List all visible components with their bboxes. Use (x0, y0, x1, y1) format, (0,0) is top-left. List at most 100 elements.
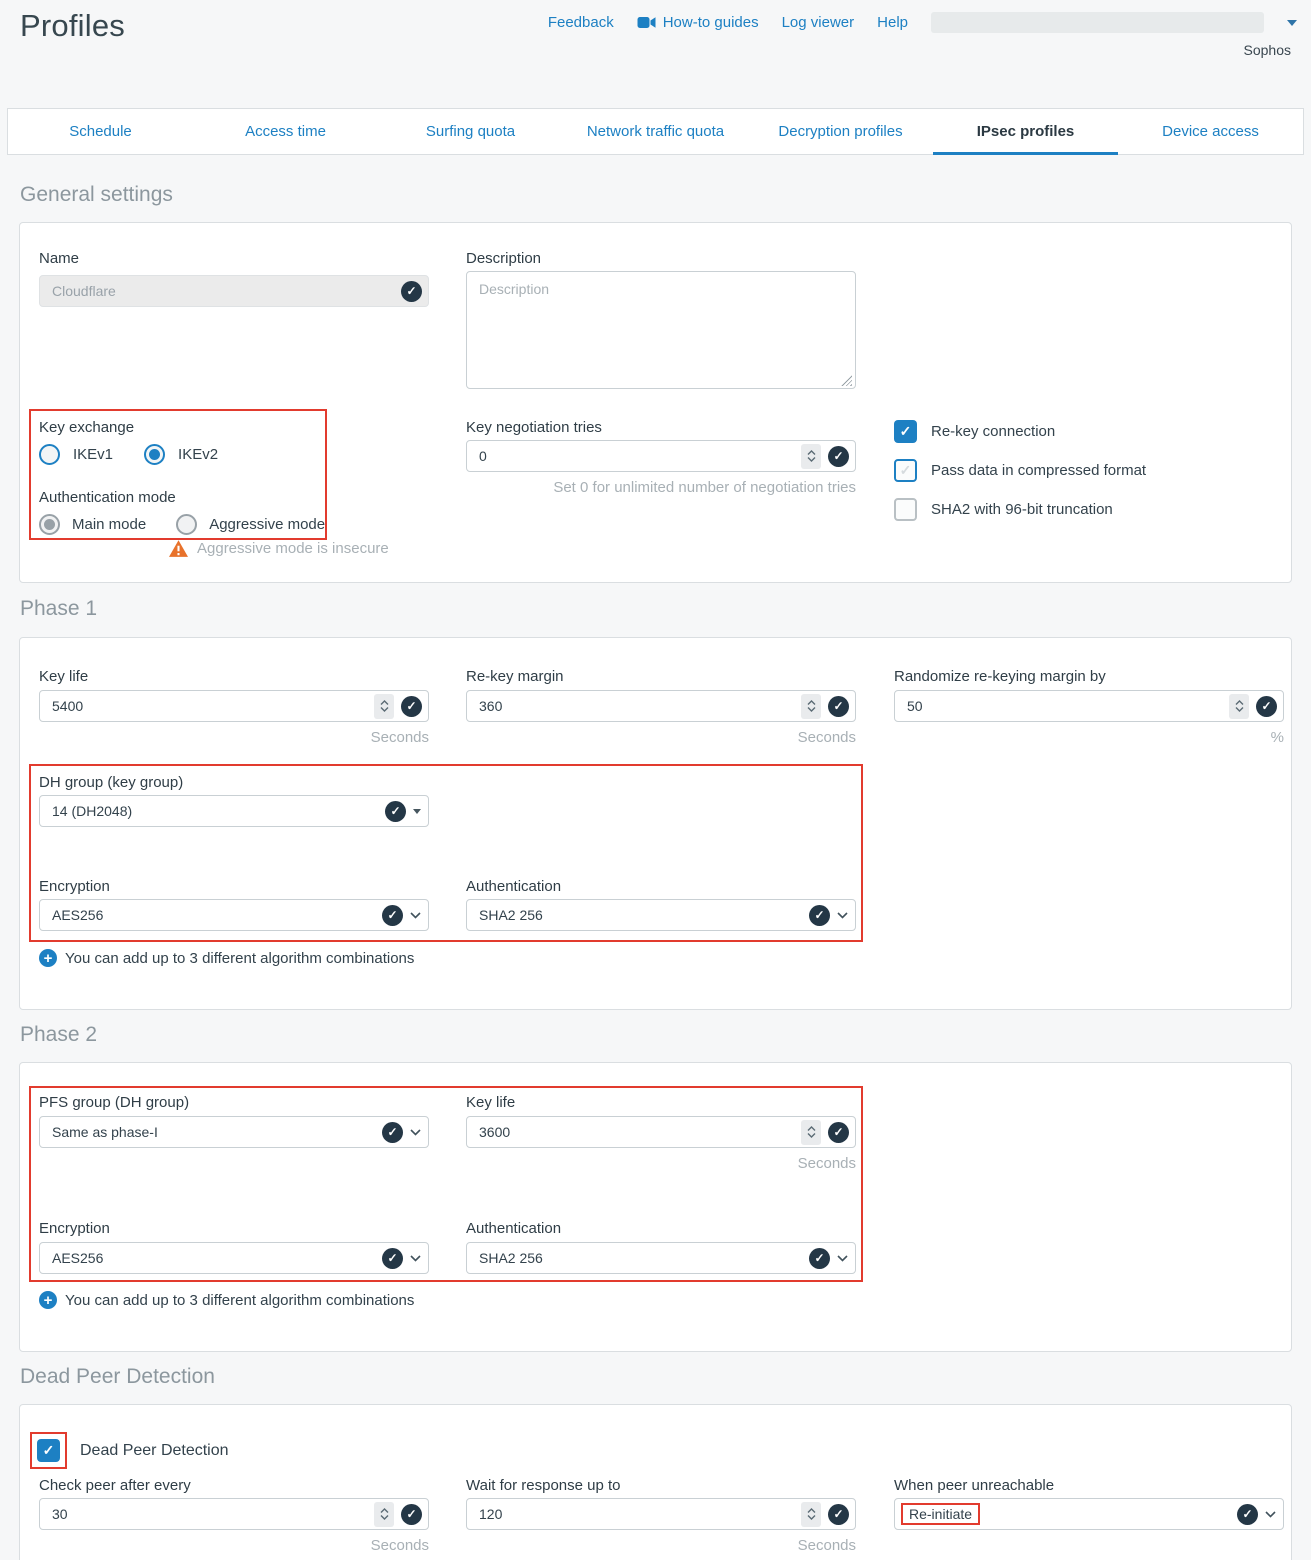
name-input[interactable] (39, 275, 429, 307)
rekey-margin-unit: Seconds (466, 729, 856, 746)
log-viewer-link[interactable]: Log viewer (782, 14, 855, 31)
chevron-down-icon (1265, 1511, 1276, 1518)
number-stepper[interactable] (801, 694, 821, 719)
valid-check-icon: ✓ (1256, 696, 1277, 717)
tab-access-time[interactable]: Access time (193, 109, 378, 154)
key-negotiation-label: Key negotiation tries (466, 419, 602, 436)
valid-check-icon: ✓ (828, 696, 849, 717)
video-camera-icon (637, 16, 656, 29)
pfs-group-select[interactable]: Same as phase-I ✓ (39, 1116, 429, 1148)
valid-check-icon: ✓ (1237, 1504, 1258, 1525)
peer-unreachable-select[interactable]: Re-initiate ✓ (894, 1498, 1284, 1530)
profiles-tabbar: Schedule Access time Surfing quota Netwo… (7, 108, 1304, 155)
tab-schedule[interactable]: Schedule (8, 109, 193, 154)
page-title: Profiles (20, 8, 125, 44)
chevron-down-icon (410, 912, 421, 919)
aggressive-mode-radio[interactable] (176, 514, 197, 535)
randomize-label: Randomize re-keying margin by (894, 668, 1106, 685)
add-combination-icon[interactable]: + (39, 949, 57, 967)
tab-decryption-profiles[interactable]: Decryption profiles (748, 109, 933, 154)
wait-response-unit: Seconds (466, 1537, 856, 1554)
dpd-enable-label: Dead Peer Detection (80, 1442, 229, 1460)
ipsec-profiles-page: Profiles Feedback How-to guides Log view… (0, 0, 1311, 1560)
name-label: Name (39, 250, 79, 267)
number-stepper[interactable] (801, 444, 821, 469)
number-stepper[interactable] (374, 694, 394, 719)
phase2-add-note: + You can add up to 3 different algorith… (39, 1291, 414, 1309)
header-links: Feedback How-to guides Log viewer Help (548, 12, 1297, 33)
auth-mode-radios: Main mode Aggressive mode (39, 514, 325, 535)
phase1-heading: Phase 1 (20, 597, 97, 621)
key-negotiation-input[interactable] (466, 440, 856, 472)
randomize-unit: % (894, 729, 1284, 746)
general-settings-heading: General settings (20, 183, 173, 207)
tab-network-traffic-quota[interactable]: Network traffic quota (563, 109, 748, 154)
phase2-key-life-input[interactable] (466, 1116, 856, 1148)
phase1-add-note: + You can add up to 3 different algorith… (39, 949, 414, 967)
key-life-unit: Seconds (39, 729, 429, 746)
rekey-margin-input[interactable] (466, 690, 856, 722)
number-stepper[interactable] (801, 1502, 821, 1527)
feedback-link[interactable]: Feedback (548, 14, 614, 31)
number-stepper[interactable] (801, 1120, 821, 1145)
dpd-card: ✓ Dead Peer Detection Check peer after e… (19, 1404, 1292, 1560)
randomize-input[interactable] (894, 690, 1284, 722)
compressed-label: Pass data in compressed format (931, 462, 1146, 479)
reinitiate-annotation-box: Re-initiate (901, 1503, 980, 1525)
key-life-label: Key life (39, 668, 88, 685)
chevron-down-icon[interactable] (1287, 20, 1297, 26)
chevron-down-icon (837, 912, 848, 919)
main-mode-label: Main mode (72, 516, 146, 533)
rekey-connection-checkbox[interactable]: ✓ (894, 420, 917, 443)
wait-response-label: Wait for response up to (466, 1477, 621, 1494)
key-life-input[interactable] (39, 690, 429, 722)
check-peer-input[interactable] (39, 1498, 429, 1530)
phase1-card: Key life ✓ Seconds Re-key margin ✓ (19, 637, 1292, 1010)
description-label: Description (466, 250, 541, 267)
add-combination-icon[interactable]: + (39, 1291, 57, 1309)
dpd-enable-row: ✓ Dead Peer Detection (37, 1439, 229, 1462)
pfs-group-label: PFS group (DH group) (39, 1094, 189, 1111)
chevron-down-icon (837, 1255, 848, 1262)
tab-surfing-quota[interactable]: Surfing quota (378, 109, 563, 154)
peer-unreachable-label: When peer unreachable (894, 1477, 1054, 1494)
number-stepper[interactable] (1229, 694, 1249, 719)
phase1-authentication-select[interactable]: SHA2 256 ✓ (466, 899, 856, 931)
number-stepper[interactable] (374, 1502, 394, 1527)
valid-check-icon: ✓ (382, 1122, 403, 1143)
phase2-authentication-label: Authentication (466, 1220, 561, 1237)
tab-ipsec-profiles[interactable]: IPsec profiles (933, 109, 1118, 154)
howto-guides-link[interactable]: How-to guides (637, 14, 759, 31)
dpd-checkbox[interactable]: ✓ (37, 1439, 60, 1462)
phase2-encryption-select[interactable]: AES256 ✓ (39, 1242, 429, 1274)
sha2-truncation-checkbox[interactable] (894, 498, 917, 521)
chevron-down-icon (410, 1255, 421, 1262)
help-link[interactable]: Help (877, 14, 908, 31)
dh-group-label: DH group (key group) (39, 774, 183, 791)
valid-check-icon: ✓ (401, 281, 422, 302)
dh-group-select[interactable]: 14 (DH2048) ✓ (39, 795, 429, 827)
compressed-checkbox[interactable]: ✓ (894, 459, 917, 482)
sha2-truncation-label: SHA2 with 96-bit truncation (931, 501, 1113, 518)
tab-device-access[interactable]: Device access (1118, 109, 1303, 154)
valid-check-icon: ✓ (828, 1122, 849, 1143)
check-peer-unit: Seconds (39, 1537, 429, 1554)
main-mode-radio[interactable] (39, 514, 60, 535)
phase1-encryption-select[interactable]: AES256 ✓ (39, 899, 429, 931)
ikev2-radio[interactable] (144, 444, 165, 465)
valid-check-icon: ✓ (382, 1248, 403, 1269)
valid-check-icon: ✓ (401, 1504, 422, 1525)
description-textarea[interactable] (466, 271, 856, 389)
chevron-down-icon (410, 1129, 421, 1136)
rekey-margin-label: Re-key margin (466, 668, 564, 685)
ikev2-label: IKEv2 (178, 446, 218, 463)
ikev1-radio[interactable] (39, 444, 60, 465)
phase2-authentication-select[interactable]: SHA2 256 ✓ (466, 1242, 856, 1274)
brand-label: Sophos (1244, 42, 1291, 58)
rekey-connection-row: ✓ Re-key connection (894, 420, 1055, 443)
wait-response-input[interactable] (466, 1498, 856, 1530)
valid-check-icon: ✓ (401, 696, 422, 717)
valid-check-icon: ✓ (382, 905, 403, 926)
account-selector[interactable] (931, 12, 1264, 33)
compressed-row: ✓ Pass data in compressed format (894, 459, 1146, 482)
